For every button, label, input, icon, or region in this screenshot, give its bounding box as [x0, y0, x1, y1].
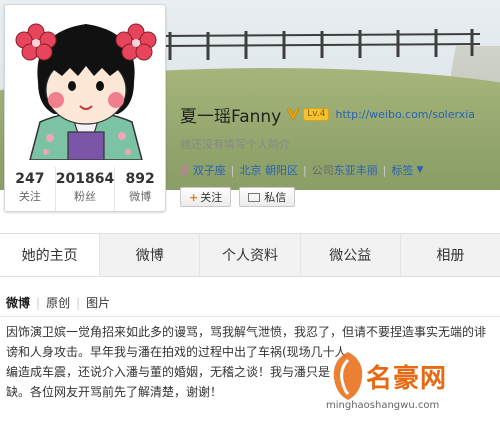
watermark-logo-icon	[333, 352, 363, 400]
filter-divider: |	[76, 295, 81, 310]
profile-info: 夏一瑶Fanny Lv.4 http://weibo.com/solerxia …	[180, 103, 498, 207]
stat-followers[interactable]: 201864 粉丝	[55, 167, 116, 211]
watermark-url: minghaoshangwu.com	[326, 400, 440, 411]
meta-divider: |	[382, 163, 387, 177]
follow-button[interactable]: + 关注	[180, 187, 232, 207]
tab-weibo[interactable]: 微博	[100, 234, 201, 276]
tab-home[interactable]: 她的主页	[0, 234, 101, 276]
stat-followers-count: 201864	[55, 171, 115, 187]
meta-divider: |	[230, 163, 235, 177]
company-link[interactable]: 东亚丰丽	[334, 162, 378, 178]
action-buttons: + 关注 私信	[180, 187, 498, 207]
avatar-illustration	[15, 23, 157, 160]
chevron-down-icon[interactable]: ▼	[416, 165, 423, 175]
plus-icon: +	[189, 190, 199, 204]
post-line: 因饰演卫嫔一觉角招来如此多的谩骂，骂我解气泄愤，我忍了，但请不要捏造事实无端的诽	[6, 325, 487, 339]
site-watermark: 名豪网 minghaoshangwu.com	[326, 350, 498, 420]
tab-profile[interactable]: 个人资料	[200, 234, 301, 276]
avatar-card: 247 关注 201864 粉丝 892 微博	[4, 4, 166, 212]
message-button[interactable]: 私信	[239, 187, 296, 207]
stat-posts[interactable]: 892 微博	[115, 167, 165, 211]
watermark-title: 名豪网	[366, 364, 448, 394]
profile-meta: ♀ 双子座 | 北京 朝阳区 | 公司 东亚丰丽 | 标签 ▼	[180, 162, 498, 178]
avatar[interactable]	[10, 10, 162, 160]
female-icon: ♀	[180, 163, 189, 177]
profile-name: 夏一瑶Fanny	[180, 106, 282, 127]
filter-original[interactable]: 原创	[46, 294, 70, 311]
stat-following-label: 关注	[18, 190, 41, 203]
stat-following-count: 247	[15, 171, 45, 187]
profile-bio: 她还没有填写个人简介	[180, 138, 290, 151]
feed-filter: 微博 | 原创 | 图片	[6, 294, 110, 311]
location-link[interactable]: 北京 朝阳区	[240, 162, 299, 178]
follow-button-label: 关注	[200, 191, 223, 204]
stat-followers-label: 粉丝	[74, 190, 96, 203]
stat-posts-label: 微博	[129, 190, 152, 203]
profile-tabs: 她的主页 微博 个人资料 微公益 相册	[0, 233, 500, 277]
stat-posts-count: 892	[125, 171, 155, 187]
stats-bar: 247 关注 201864 粉丝 892 微博	[5, 167, 165, 211]
mail-icon	[248, 192, 261, 202]
filter-divider-line	[0, 316, 500, 317]
profile-url-link[interactable]: http://weibo.com/solerxia	[335, 108, 475, 121]
company-prefix: 公司	[311, 164, 334, 177]
tags-dropdown[interactable]: 标签	[391, 162, 413, 178]
level-badge[interactable]: Lv.4	[303, 107, 330, 121]
filter-images[interactable]: 图片	[86, 294, 110, 311]
tab-album[interactable]: 相册	[401, 234, 500, 276]
banner-fence	[160, 29, 480, 60]
message-button-label: 私信	[264, 191, 287, 204]
verified-v-icon[interactable]	[286, 107, 300, 121]
stat-following[interactable]: 247 关注	[5, 167, 56, 211]
name-row: 夏一瑶Fanny Lv.4 http://weibo.com/solerxia	[180, 103, 498, 127]
meta-divider: |	[303, 163, 307, 177]
filter-all[interactable]: 微博	[6, 294, 30, 311]
filter-divider: |	[36, 295, 41, 310]
tab-charity[interactable]: 微公益	[301, 234, 401, 276]
zodiac-link[interactable]: 双子座	[193, 162, 226, 178]
